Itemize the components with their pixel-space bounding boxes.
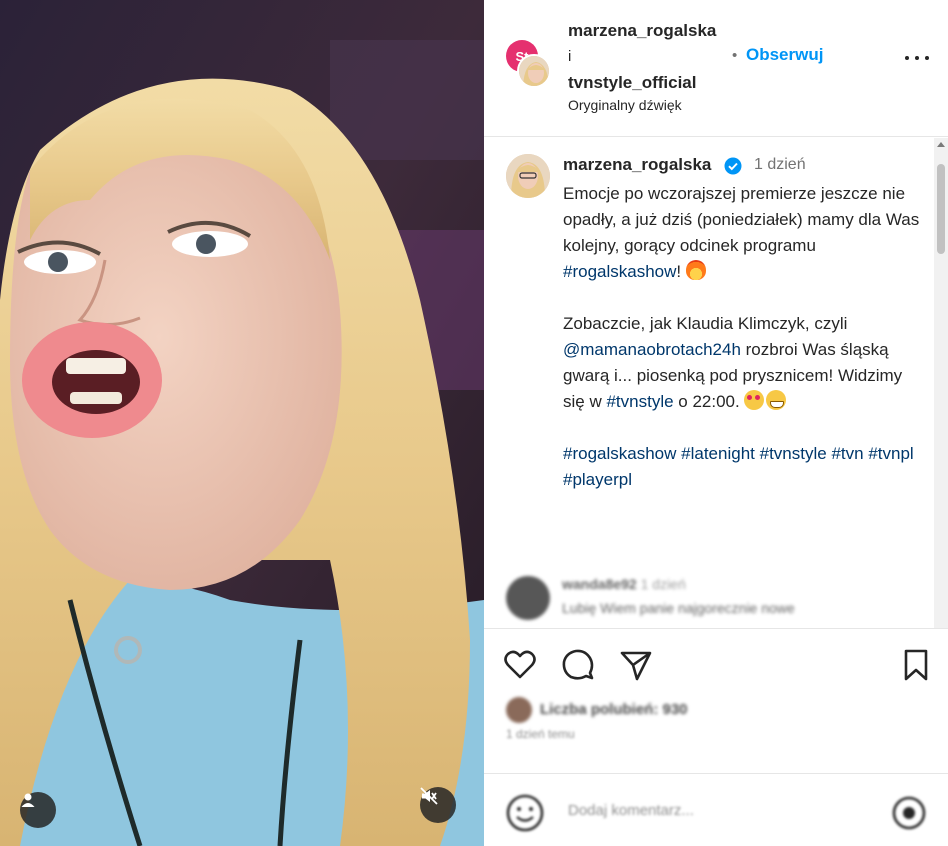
more-options-icon[interactable]	[905, 52, 929, 64]
collab-username-1[interactable]: marzena_rogalska	[568, 21, 716, 41]
caption-text-span: !	[676, 262, 686, 281]
hashtag-link[interactable]: #tvn	[831, 444, 863, 463]
caption-text-span: o 22:00.	[673, 392, 745, 411]
post-side-panel: St marzena_rogalska i tvnstyle_official …	[484, 0, 948, 846]
hashtag-link[interactable]: #rogalskashow	[563, 262, 676, 281]
audio-link[interactable]: Oryginalny dźwięk	[568, 97, 682, 113]
post-header: St marzena_rogalska i tvnstyle_official …	[484, 0, 948, 137]
comment-item: wanda8e92 1 dzień Lubię Wiem panie najgo…	[506, 574, 926, 626]
heart-eyes-emoji-icon	[744, 390, 765, 410]
liker-avatar	[506, 697, 532, 723]
caption-hashtags: #rogalskashow #latenight #tvnstyle #tvn …	[563, 441, 923, 493]
comment-timestamp: 1 dzień	[640, 576, 686, 592]
collab-username-2[interactable]: tvnstyle_official	[568, 73, 697, 93]
comment-avatar[interactable]	[506, 576, 550, 620]
post-age[interactable]: 1 dzień temu	[506, 727, 575, 741]
reel-video[interactable]	[0, 0, 484, 846]
comment-username-text: wanda8e92	[562, 576, 637, 592]
hashtag-link[interactable]: #tvnpl	[868, 444, 913, 463]
comment-text: Lubię Wiem panie najgorecznie nowe	[562, 600, 795, 616]
caption-text: Emocje po wczorajszej premierze jeszcze …	[563, 181, 923, 519]
grin-emoji-icon	[766, 390, 787, 410]
heart-icon[interactable]	[502, 647, 538, 683]
caption-avatar[interactable]	[506, 154, 550, 198]
caption-and-comments: marzena_rogalska 1 dzień Emocje po wczor…	[484, 138, 948, 628]
send-icon[interactable]	[618, 647, 654, 683]
hashtag-link[interactable]: #playerpl	[563, 470, 632, 489]
mention-link[interactable]: @mamanaobrotach24h	[563, 340, 741, 359]
scroll-up-arrow-icon[interactable]	[937, 142, 945, 147]
caption-paragraph-1: Emocje po wczorajszej premierze jeszcze …	[563, 181, 923, 285]
scrollbar-thumb[interactable]	[937, 164, 945, 254]
collab-conjunction: i	[568, 48, 572, 65]
caption-scrollbar[interactable]	[934, 138, 948, 628]
verified-badge-icon	[724, 157, 742, 175]
add-comment-row: Dodaj komentarz...	[484, 773, 948, 846]
follow-button[interactable]: Obserwuj	[746, 45, 823, 65]
caption-text-span: Emocje po wczorajszej premierze jeszcze …	[563, 184, 920, 255]
caption-timestamp[interactable]: 1 dzień	[754, 156, 806, 174]
caption-text-span: Zobaczcie, jak Klaudia Klimczyk, czyli	[563, 314, 848, 333]
collab-avatar-user[interactable]	[517, 54, 551, 88]
header-separator: •	[732, 47, 738, 64]
muted-speaker-icon	[420, 787, 438, 805]
fire-emoji-icon	[685, 260, 706, 280]
caption-paragraph-2: Zobaczcie, jak Klaudia Klimczyk, czyli @…	[563, 311, 923, 415]
bookmark-icon[interactable]	[898, 647, 934, 683]
avatar-face-icon	[506, 154, 550, 198]
likes-count[interactable]: Liczba polubień: 930	[540, 701, 688, 718]
hashtag-link[interactable]: #latenight	[681, 444, 755, 463]
post-actions: Liczba polubień: 930 1 dzień temu Dodaj …	[484, 628, 948, 846]
likes-summary[interactable]: Liczba polubień: 930	[506, 695, 766, 725]
hashtag-link[interactable]: #tvnstyle	[606, 392, 673, 411]
comment-username[interactable]: wanda8e92 1 dzień	[562, 576, 686, 592]
mute-toggle-button[interactable]	[420, 787, 456, 823]
reel-video-frame	[0, 0, 484, 846]
user-tag-icon	[21, 793, 35, 807]
gif-icon[interactable]	[890, 794, 928, 832]
comment-input[interactable]: Dodaj komentarz...	[568, 802, 694, 819]
user-tags-button[interactable]	[20, 792, 56, 828]
caption-username[interactable]: marzena_rogalska	[563, 155, 711, 175]
emoji-icon[interactable]	[504, 792, 546, 834]
hashtag-link[interactable]: #rogalskashow	[563, 444, 676, 463]
hashtag-link[interactable]: #tvnstyle	[760, 444, 827, 463]
avatar-face-icon	[519, 56, 549, 86]
comment-icon[interactable]	[560, 647, 596, 683]
